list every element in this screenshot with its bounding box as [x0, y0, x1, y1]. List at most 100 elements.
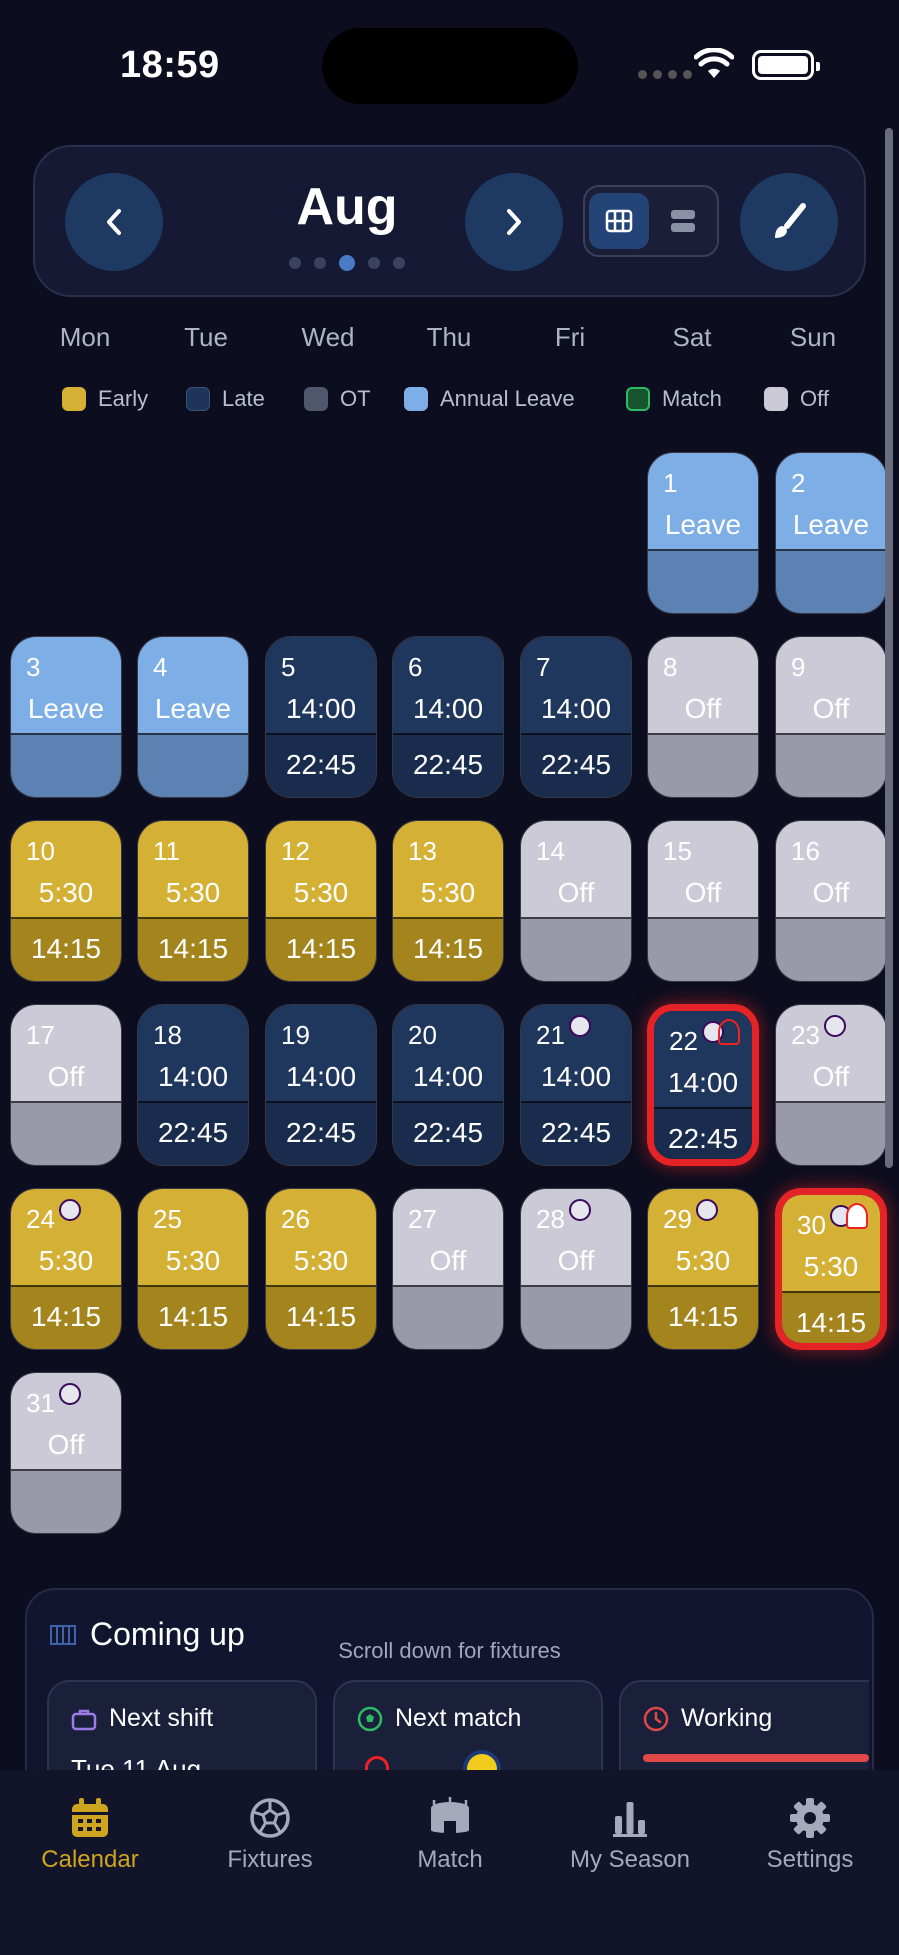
day-shift-bottom — [648, 549, 758, 613]
day-shift-label: 5:30 — [803, 1251, 859, 1282]
day-shift-label: 5:30 — [165, 1245, 221, 1276]
status-time: 18:59 — [120, 44, 220, 86]
day-number: 9 — [791, 652, 806, 682]
list-view-button[interactable] — [653, 193, 713, 249]
tab-calendar[interactable]: Calendar — [0, 1790, 180, 1874]
day-shift-end: 22:45 — [285, 749, 357, 780]
status-bar: 18:59 — [0, 0, 899, 130]
day-shift-end: 22:45 — [285, 1117, 357, 1148]
calendar-day-20[interactable]: 20 14:00 22:45 — [392, 1004, 504, 1166]
calendar-day-27[interactable]: 27 Off — [392, 1188, 504, 1350]
day-shift-label: 14:00 — [667, 1067, 739, 1098]
calendar-day-2[interactable]: 2 Leave — [775, 452, 887, 614]
day-shift-label: 5:30 — [38, 1245, 94, 1276]
team-crest-icon — [718, 1019, 740, 1045]
calendar-day-16[interactable]: 16 Off — [775, 820, 887, 982]
tab-match[interactable]: Match — [360, 1790, 540, 1874]
day-shift-label: 14:00 — [285, 1061, 357, 1092]
calendar-day-12[interactable]: 12 5:30 14:15 — [265, 820, 377, 982]
edit-brush-button[interactable] — [740, 173, 838, 271]
calendar-day-29[interactable]: 29 5:30 14:15 — [647, 1188, 759, 1350]
day-shift-label: 14:00 — [157, 1061, 229, 1092]
day-shift-bottom — [11, 733, 121, 797]
day-shift-label: Off — [812, 693, 850, 724]
day-number: 14 — [536, 836, 565, 866]
day-shift-end: 14:15 — [285, 933, 357, 964]
calendar-day-1[interactable]: 1 Leave — [647, 452, 759, 614]
scrollbar[interactable] — [885, 128, 893, 1168]
calendar-day-6[interactable]: 6 14:00 22:45 — [392, 636, 504, 798]
calendar-day-21[interactable]: 21 14:00 22:45 — [520, 1004, 632, 1166]
day-number: 18 — [153, 1020, 182, 1050]
day-number: 28 — [536, 1204, 565, 1234]
calendar-day-23[interactable]: 23 Off — [775, 1004, 887, 1166]
calendar-day-5[interactable]: 5 14:00 22:45 — [265, 636, 377, 798]
day-number: 12 — [281, 836, 310, 866]
weekday-label: Wed — [301, 322, 355, 352]
day-shift-bottom — [11, 1469, 121, 1533]
calendar-day-9[interactable]: 9 Off — [775, 636, 887, 798]
calendar-day-3[interactable]: 3 Leave — [10, 636, 122, 798]
day-shift-label: Off — [684, 877, 722, 908]
day-number: 30 — [797, 1210, 826, 1240]
day-number: 31 — [26, 1388, 55, 1418]
calendar-day-28[interactable]: 28 Off — [520, 1188, 632, 1350]
premier-league-icon — [59, 1199, 81, 1221]
calendar-day-22[interactable]: 22 14:00 22:45 — [647, 1004, 759, 1166]
calendar-day-8[interactable]: 8 Off — [647, 636, 759, 798]
calendar-day-31[interactable]: 31 Off — [10, 1372, 122, 1534]
day-shift-label: Leave — [154, 693, 232, 724]
view-toggle — [583, 185, 719, 257]
battery-icon — [752, 50, 820, 80]
calendar-day-13[interactable]: 13 5:30 14:15 — [392, 820, 504, 982]
day-number: 7 — [536, 652, 551, 682]
calendar-day-17[interactable]: 17 Off — [10, 1004, 122, 1166]
day-number: 22 — [669, 1026, 698, 1056]
legend-item-match: Match — [626, 386, 722, 412]
calendar-day-7[interactable]: 7 14:00 22:45 — [520, 636, 632, 798]
stadium-icon — [431, 1797, 469, 1833]
tab-my-season[interactable]: My Season — [540, 1790, 720, 1874]
month-header: Aug — [33, 145, 866, 297]
day-shift-bottom — [11, 1101, 121, 1165]
legend-item-late: Late — [186, 386, 265, 412]
day-number: 2 — [791, 468, 806, 498]
calendar-day-30[interactable]: 30 5:30 14:15 — [775, 1188, 887, 1350]
day-number: 8 — [663, 652, 678, 682]
calendar-day-26[interactable]: 26 5:30 14:15 — [265, 1188, 377, 1350]
weekday-label: Fri — [554, 322, 586, 352]
premier-league-icon — [59, 1383, 81, 1405]
tab-fixtures[interactable]: Fixtures — [180, 1790, 360, 1874]
next-month-button[interactable] — [465, 173, 563, 271]
day-shift-label: 14:00 — [540, 1061, 612, 1092]
tab-settings[interactable]: Settings — [720, 1790, 899, 1874]
grid-view-button[interactable] — [589, 193, 649, 249]
day-shift-bottom — [521, 917, 631, 981]
prev-month-button[interactable] — [65, 173, 163, 271]
day-number: 21 — [536, 1020, 565, 1050]
calendar-day-18[interactable]: 18 14:00 22:45 — [137, 1004, 249, 1166]
day-number: 20 — [408, 1020, 437, 1050]
day-number: 24 — [26, 1204, 55, 1234]
day-number: 19 — [281, 1020, 310, 1050]
day-shift-label: Off — [812, 877, 850, 908]
calendar-day-11[interactable]: 11 5:30 14:15 — [137, 820, 249, 982]
day-shift-label: 5:30 — [293, 1245, 349, 1276]
clock-icon — [643, 1706, 669, 1731]
day-shift-bottom — [776, 917, 886, 981]
day-shift-label: 5:30 — [38, 877, 94, 908]
calendar-day-15[interactable]: 15 Off — [647, 820, 759, 982]
day-number: 3 — [26, 652, 41, 682]
brush-icon — [775, 203, 806, 238]
calendar-day-19[interactable]: 19 14:00 22:45 — [265, 1004, 377, 1166]
day-number: 17 — [26, 1020, 55, 1050]
day-shift-end: 14:15 — [157, 1301, 229, 1332]
calendar-day-25[interactable]: 25 5:30 14:15 — [137, 1188, 249, 1350]
calendar-day-24[interactable]: 24 5:30 14:15 — [10, 1188, 122, 1350]
calendar-day-10[interactable]: 10 5:30 14:15 — [10, 820, 122, 982]
team-crest-icon — [846, 1203, 868, 1229]
weekday-label: Tue — [184, 322, 228, 352]
calendar-day-4[interactable]: 4 Leave — [137, 636, 249, 798]
calendar-day-14[interactable]: 14 Off — [520, 820, 632, 982]
day-shift-bottom — [776, 1101, 886, 1165]
